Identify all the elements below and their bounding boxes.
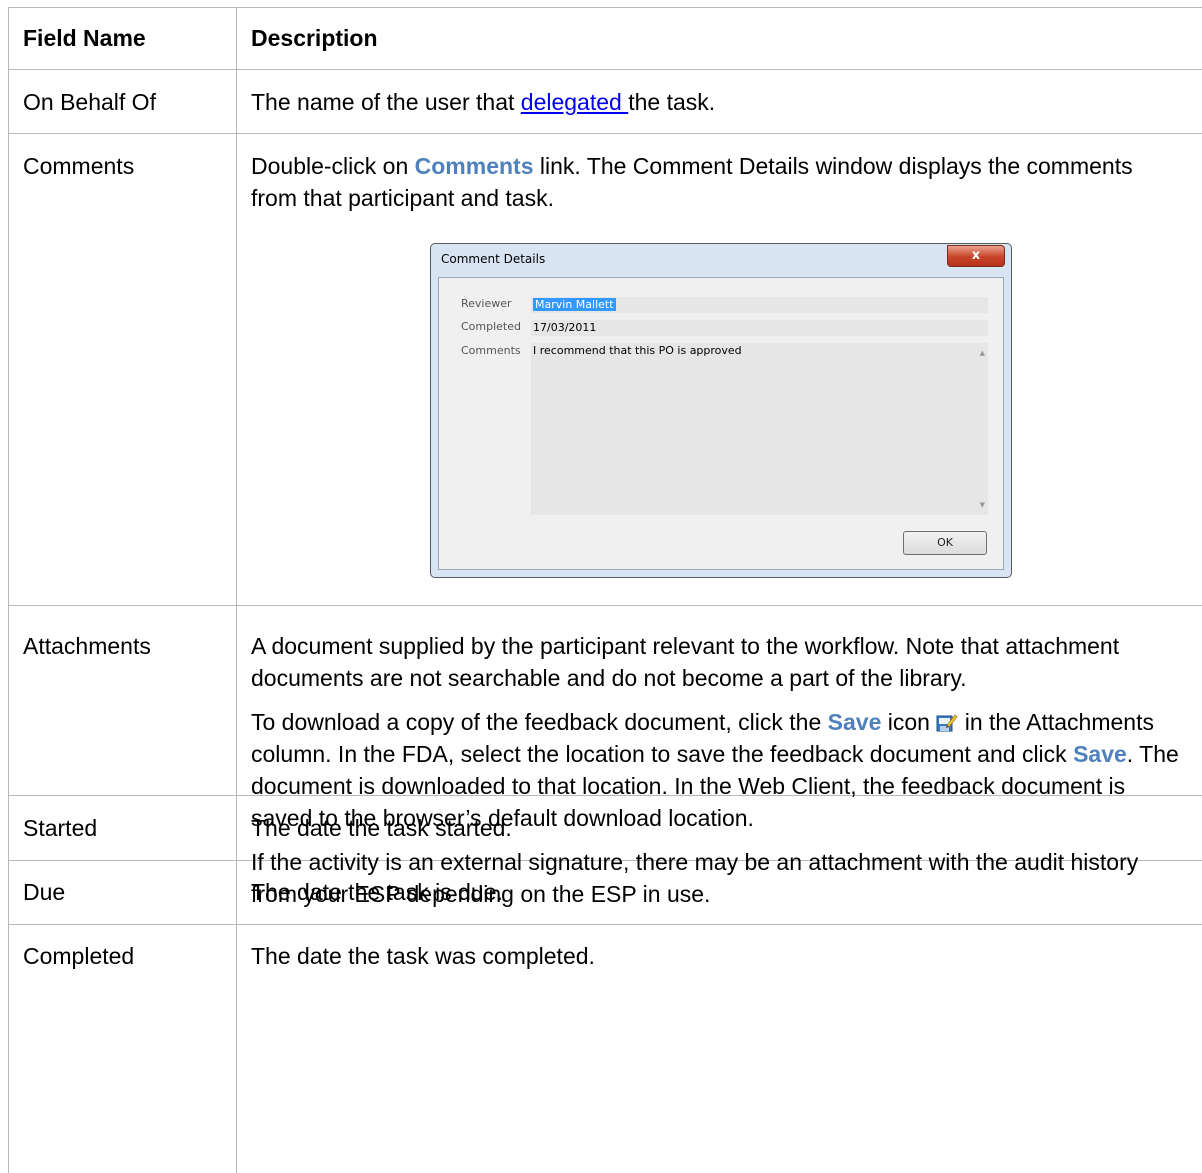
- row-divider: [8, 605, 1202, 606]
- field-comments: Comments: [23, 153, 135, 179]
- attachments-paragraph: A document supplied by the participant r…: [251, 633, 1120, 691]
- reviewer-value: Marvin Mallett: [533, 298, 616, 311]
- field-completed: Completed: [23, 943, 135, 969]
- table-border-left: [8, 7, 9, 1173]
- desc-comments: Double-click on Comments link. The Comme…: [251, 150, 1181, 214]
- row-divider: [8, 133, 1202, 134]
- desc-on-behalf-of: The name of the user that delegated the …: [251, 86, 1181, 118]
- completed-label: Completed: [461, 320, 521, 333]
- header-field-name: Field Name: [23, 25, 146, 51]
- field-description-table: Field Name Description On Behalf Of The …: [0, 0, 1202, 1173]
- field-due: Due: [23, 879, 66, 905]
- comment-details-dialog: Comment Details x Reviewer Marvin Mallet…: [430, 243, 1012, 578]
- reviewer-label: Reviewer: [461, 297, 512, 310]
- dialog-title: Comment Details: [441, 252, 546, 266]
- delegated-link[interactable]: delegated: [521, 89, 628, 115]
- comments-value: I recommend that this PO is approved: [533, 344, 742, 357]
- field-on-behalf-of: On Behalf Of: [23, 89, 156, 115]
- close-icon[interactable]: x: [947, 245, 1005, 267]
- reviewer-field[interactable]: Marvin Mallett: [531, 297, 988, 313]
- scroll-up-icon[interactable]: ▲: [980, 349, 985, 357]
- field-started: Started: [23, 815, 98, 841]
- desc-text: The name of the user that: [251, 89, 521, 115]
- ok-button[interactable]: OK: [903, 531, 987, 555]
- save-ui-ref: Save: [827, 709, 882, 735]
- desc-text: icon: [881, 709, 937, 735]
- comments-ui-ref: Comments: [414, 153, 534, 179]
- table-column-divider: [236, 7, 237, 1173]
- desc-attachments: A document supplied by the participant r…: [251, 630, 1181, 910]
- row-divider: [8, 69, 1202, 70]
- field-attachments: Attachments: [23, 633, 151, 659]
- desc-completed: The date the task was completed.: [251, 943, 595, 969]
- desc-text: the task.: [628, 89, 716, 115]
- desc-due: The date the task is due.: [251, 879, 503, 905]
- dialog-body: Reviewer Marvin Mallett Completed 17/03/…: [438, 277, 1004, 570]
- save-ui-ref: Save: [1073, 741, 1127, 767]
- desc-started: The date the task started.: [251, 815, 512, 841]
- scroll-down-icon[interactable]: ▼: [980, 501, 985, 509]
- row-divider: [8, 924, 1202, 925]
- header-description: Description: [251, 25, 378, 51]
- comments-label: Comments: [461, 344, 521, 357]
- desc-text: Double-click on: [251, 153, 415, 179]
- table-border-top: [8, 7, 1202, 8]
- desc-text: To download a copy of the feedback docum…: [251, 709, 828, 735]
- comments-textarea[interactable]: I recommend that this PO is approved ▲ ▼: [531, 343, 988, 515]
- completed-field[interactable]: 17/03/2011: [531, 320, 988, 336]
- save-icon: [936, 709, 958, 732]
